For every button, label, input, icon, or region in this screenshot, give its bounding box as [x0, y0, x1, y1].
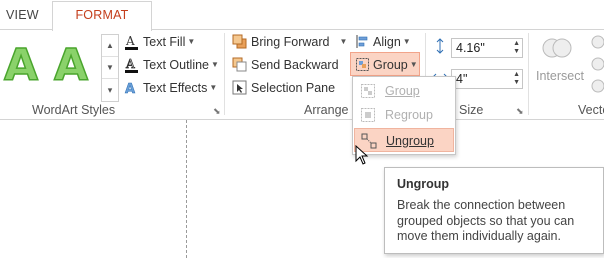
chevron-down-icon: ▼: [402, 37, 411, 46]
divider: [224, 33, 225, 115]
selection-pane-icon: [232, 80, 247, 95]
tooltip-title: Ungroup: [397, 177, 450, 191]
svg-text:A: A: [125, 57, 135, 71]
align-button[interactable]: Align ▼: [373, 35, 411, 49]
chevron-down-icon: ▼: [209, 83, 218, 92]
group-icon: [360, 83, 376, 102]
wordart-gallery-scroll[interactable]: ▲ ▼ ▾: [101, 34, 119, 102]
svg-text:A: A: [125, 34, 135, 48]
ungroup-tooltip: Ungroup Break the connection between gro…: [384, 167, 604, 254]
intersect-button[interactable]: Intersect: [536, 69, 584, 83]
divider: [528, 33, 529, 115]
selection-pane-button[interactable]: Selection Pane: [251, 81, 335, 95]
text-effects-icon: A: [124, 80, 139, 98]
mouse-cursor-icon: [355, 144, 369, 165]
text-outline-icon: A: [124, 57, 139, 73]
send-backward-button[interactable]: Send Backward▼: [251, 58, 356, 72]
menu-item-ungroup[interactable]: Ungroup: [354, 128, 454, 152]
group-dropdown-menu: Group Regroup Ungroup: [352, 76, 456, 155]
align-icon: [355, 34, 370, 49]
text-fill-icon: A: [124, 34, 139, 50]
chevron-down-icon: ▼: [409, 60, 418, 69]
regroup-icon: [360, 107, 376, 126]
scroll-down-icon[interactable]: ▼: [102, 57, 118, 79]
wordart-styles-group-label: WordArt Styles: [32, 103, 116, 117]
tab-format[interactable]: FORMAT: [52, 1, 152, 31]
menu-item-group[interactable]: Group: [354, 79, 454, 103]
tab-view[interactable]: VIEW: [6, 8, 39, 22]
chevron-down-icon: ▼: [187, 37, 196, 46]
shape-height-icon: [432, 38, 448, 54]
text-fill-button[interactable]: Text Fill ▼: [143, 35, 195, 49]
wordart-style-2[interactable]: A: [53, 39, 89, 92]
tooltip-body: Break the connection between grouped obj…: [397, 198, 575, 243]
shape-height-input[interactable]: 4.16" ▲ ▼: [451, 38, 523, 58]
arrange-group-label: Arrange: [304, 103, 349, 117]
shape-width-input[interactable]: 4" ▲ ▼: [451, 69, 523, 89]
svg-text:A: A: [125, 82, 135, 96]
scroll-up-icon[interactable]: ▲: [102, 35, 118, 57]
group-icon: [355, 57, 370, 72]
bring-forward-icon: [232, 34, 247, 49]
vector-shapes-icon: [585, 34, 604, 94]
spinner-arrows-icon[interactable]: ▲ ▼: [513, 40, 520, 56]
size-dialog-launcher-icon[interactable]: ⬊: [516, 107, 525, 116]
spinner-arrows-icon[interactable]: ▲ ▼: [513, 71, 520, 87]
gallery-more-icon[interactable]: ▾: [102, 79, 118, 101]
group-button-label: Group ▼: [373, 58, 418, 72]
chevron-down-icon: ▼: [339, 37, 348, 46]
send-backward-icon: [232, 57, 247, 72]
intersect-icon[interactable]: [540, 34, 574, 66]
wordart-dialog-launcher-icon[interactable]: ⬊: [213, 107, 222, 116]
chevron-down-icon: ▼: [211, 60, 219, 69]
size-group-label: Size: [459, 103, 484, 117]
slide-placeholder-border: [186, 120, 187, 258]
wordart-style-1[interactable]: A: [3, 39, 39, 92]
menu-item-regroup[interactable]: Regroup: [354, 103, 454, 127]
bring-forward-button[interactable]: Bring Forward ▼: [251, 35, 347, 49]
text-effects-button[interactable]: Text Effects ▼: [143, 81, 217, 95]
text-outline-button[interactable]: Text Outline ▼: [143, 58, 219, 72]
vector-group-label: Vecto: [578, 103, 604, 117]
